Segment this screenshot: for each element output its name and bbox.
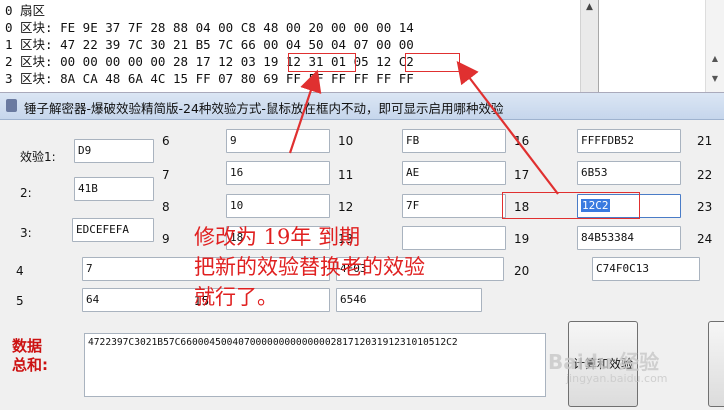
arrow-to-date (288, 69, 322, 154)
watermark: Baidu 经验 (548, 350, 660, 374)
annotation-line-1: 修改为 19年 到期 (194, 225, 361, 249)
annotation-line-3: 就行了。 (194, 285, 278, 309)
annotation-text: 修改为 19年 到期 把新的效验替换老的效验 就行了。 (194, 222, 425, 312)
annotation-line-2: 把新的效验替换老的效验 (194, 255, 425, 279)
arrow-to-checksum (456, 61, 559, 195)
watermark-url: jingyan.baidu.com (566, 372, 668, 385)
